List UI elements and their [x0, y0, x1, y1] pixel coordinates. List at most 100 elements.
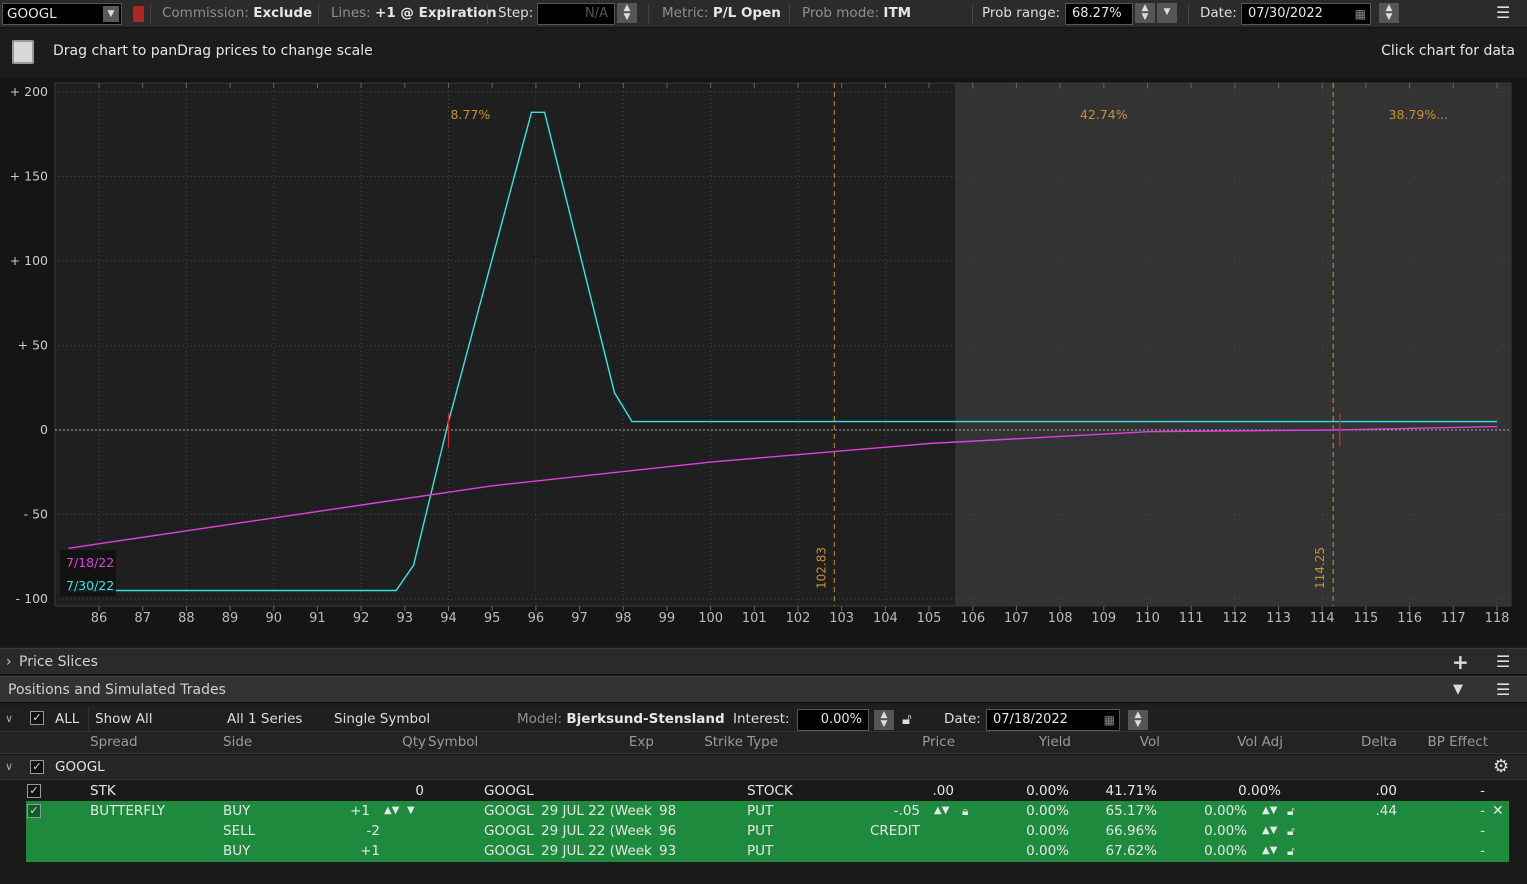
all-checkbox[interactable]: ✓	[30, 711, 44, 725]
step-spinner-icon[interactable]: ▲ ▼	[617, 3, 637, 23]
col-qty[interactable]: Qty	[340, 732, 426, 754]
calendar-icon[interactable]: ▦	[1104, 710, 1115, 730]
chevron-right-icon[interactable]: ›	[6, 649, 12, 675]
pl-chart[interactable]: 86 87 88 89 90 91 92 93 94 95 96 97 98 99 100 101 102 103…	[0, 78, 1527, 646]
price-spinner-icon[interactable]: ▲▼	[934, 801, 949, 821]
chevron-down-icon[interactable]: ▼	[103, 6, 119, 22]
calendar-icon[interactable]: ▦	[1355, 4, 1366, 24]
model-selector[interactable]: Model: Bjerksund-Stensland	[511, 707, 725, 731]
prob-range-spinner-icon[interactable]: ▲ ▼	[1135, 3, 1155, 23]
row-checkbox[interactable]: ✓	[27, 804, 41, 818]
col-exp[interactable]: Exp	[560, 732, 654, 754]
col-symbol[interactable]: Symbol	[428, 732, 478, 754]
positions-date-input[interactable]: 07/18/2022 ▦	[986, 709, 1120, 731]
row-side[interactable]: BUY	[223, 841, 250, 861]
col-type[interactable]: Type	[747, 732, 778, 754]
row-spread[interactable]: BUTTERFLY	[90, 801, 165, 821]
series-selector[interactable]: All 1 Series	[221, 707, 325, 731]
show-all-selector[interactable]: Show All	[88, 707, 216, 731]
gear-icon[interactable]: ⚙	[1493, 756, 1509, 777]
commission-selector[interactable]: Commission: Exclude	[162, 0, 312, 28]
row-delta: .00	[1375, 783, 1397, 799]
prob-range-label-wrap: Prob range:	[982, 0, 1060, 28]
col-spread[interactable]: Spread	[90, 732, 138, 754]
col-side[interactable]: Side	[223, 732, 252, 754]
prob-range-dropdown-icon[interactable]: ▼	[1157, 3, 1177, 23]
single-symbol-selector[interactable]: Single Symbol	[328, 707, 506, 731]
row-side[interactable]: BUY	[223, 801, 250, 821]
vol-adj-spinner-icon[interactable]: ▲▼	[1262, 821, 1277, 841]
row-side[interactable]: SELL	[223, 821, 255, 841]
close-icon[interactable]: ✕	[1492, 801, 1504, 821]
interest-spinner-icon[interactable]: ▲ ▼	[874, 710, 894, 730]
vol-adj-spinner-icon[interactable]: ▲▼	[1262, 801, 1277, 821]
positions-date-spinner-icon[interactable]: ▲ ▼	[1128, 710, 1148, 730]
row-type[interactable]: PUT	[747, 821, 773, 841]
qty-spinner-icon[interactable]: ▲▼	[384, 801, 399, 821]
lines-value: +1 @ Expiration	[375, 5, 497, 21]
y-tick-label: - 50	[24, 507, 48, 522]
col-yield[interactable]: Yield	[985, 732, 1071, 754]
row-exp[interactable]: 29 JUL 22 (Week...	[541, 821, 653, 841]
row-vol-adj[interactable]: 0.00%	[1165, 801, 1247, 821]
metric-selector[interactable]: Metric: P/L Open	[662, 0, 781, 28]
col-price[interactable]: Price	[840, 732, 955, 754]
col-bp-effect[interactable]: BP Effect	[1400, 732, 1488, 754]
col-vol[interactable]: Vol	[1075, 732, 1160, 754]
symbol-selector[interactable]: GOOGL ▼	[2, 3, 122, 25]
row-strike[interactable]: 93	[659, 841, 676, 861]
row-qty[interactable]: -2	[330, 821, 380, 841]
chart-footer	[0, 631, 1527, 646]
col-delta[interactable]: Delta	[1315, 732, 1397, 754]
vol-adj-spinner-icon[interactable]: ▲▼	[1262, 841, 1277, 861]
row-qty[interactable]: +1	[330, 801, 370, 821]
row-strike[interactable]: 96	[659, 821, 676, 841]
row-vol-adj[interactable]: 0.00%	[1165, 781, 1281, 801]
row-vol-adj[interactable]: 0.00%	[1165, 841, 1247, 861]
chart-settings-icon[interactable]	[12, 40, 34, 64]
alert-tag-icon[interactable]	[133, 6, 144, 22]
row-symbol: GOOGL	[484, 783, 534, 799]
row-strike[interactable]: 98	[659, 801, 676, 821]
x-tick-label: 110	[1135, 611, 1160, 626]
price-slices-menu-icon[interactable]: ☰	[1496, 649, 1510, 675]
prob-range-input[interactable]: 68.27%	[1065, 3, 1133, 25]
row-type[interactable]: PUT	[747, 801, 773, 821]
price-slices-header[interactable]: › Price Slices + ☰	[0, 648, 1527, 675]
prob-mode-selector[interactable]: Prob mode: ITM	[802, 0, 911, 28]
row-exp[interactable]: 29 JUL 22 (Week...	[541, 841, 653, 861]
row-qty[interactable]: +1	[330, 841, 380, 861]
x-tick-label: 113	[1266, 611, 1291, 626]
group-checkbox[interactable]: ✓	[30, 760, 44, 774]
step-input[interactable]: N/A	[537, 3, 615, 25]
chevron-down-icon[interactable]: ∨	[5, 707, 13, 731]
date-input[interactable]: 07/30/2022 ▦	[1241, 3, 1371, 25]
row-type[interactable]: PUT	[747, 841, 773, 861]
model-label: Model:	[517, 711, 563, 727]
unlock-icon[interactable]: 🔓︎	[1287, 841, 1295, 861]
menu-list-icon[interactable]: ☰	[1496, 3, 1510, 22]
positions-menu-icon[interactable]: ☰	[1496, 677, 1510, 703]
row-checkbox[interactable]: ✓	[27, 784, 41, 798]
lines-selector[interactable]: Lines: +1 @ Expiration	[331, 0, 497, 28]
add-icon[interactable]: +	[1452, 649, 1469, 675]
chevron-down-icon[interactable]: ▼	[407, 801, 415, 821]
collapse-down-icon[interactable]: ▼	[1453, 677, 1463, 703]
lock-icon[interactable]: 🔒︎	[962, 801, 968, 821]
row-exp[interactable]: 29 JUL 22 (Weekly	[541, 801, 653, 821]
x-tick-label: 88	[178, 611, 195, 626]
date-spinner-icon[interactable]: ▲ ▼	[1379, 3, 1399, 23]
unlock-icon[interactable]: 🔓︎	[1287, 801, 1295, 821]
col-strike[interactable]: Strike	[660, 732, 743, 754]
row-spread: STK	[90, 783, 116, 799]
row-price[interactable]: -.05	[840, 801, 920, 821]
row-vol-adj[interactable]: 0.00%	[1165, 821, 1247, 841]
unlock-icon[interactable]: 🔓︎	[1287, 821, 1295, 841]
col-vol-adj[interactable]: Vol Adj	[1165, 732, 1283, 754]
row-qty[interactable]: 0	[340, 781, 424, 801]
x-tick-label: 97	[571, 611, 588, 626]
x-tick-label: 95	[484, 611, 501, 626]
interest-input[interactable]: 0.00%	[797, 709, 869, 731]
chevron-down-icon[interactable]: ∨	[5, 757, 13, 777]
unlock-icon[interactable]: 🔓︎	[902, 707, 912, 731]
